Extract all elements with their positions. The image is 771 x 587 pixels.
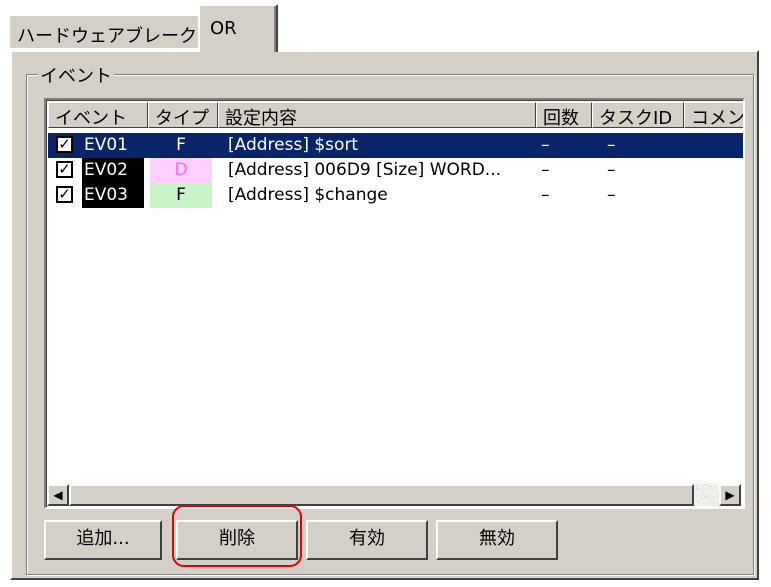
row-checkbox[interactable]: ✓ bbox=[56, 161, 73, 178]
column-header-task-id[interactable]: タスクID bbox=[592, 102, 684, 128]
event-count: – bbox=[541, 160, 550, 180]
delete-button-highlight bbox=[172, 505, 302, 567]
add-button[interactable]: 追加... bbox=[44, 520, 162, 560]
event-task-id: – bbox=[607, 135, 616, 155]
tab-label: ハードウェアブレーク bbox=[17, 26, 197, 47]
event-setting: [Address] $change bbox=[228, 185, 388, 205]
event-task-id: – bbox=[607, 185, 616, 205]
disable-button[interactable]: 無効 bbox=[436, 520, 558, 560]
event-count: – bbox=[541, 185, 550, 205]
table-row[interactable]: ✓ EV02 D [Address] 006D9 [Size] WORD... … bbox=[48, 158, 743, 183]
row-checkbox[interactable]: ✓ bbox=[56, 136, 73, 153]
tab-or[interactable]: OR bbox=[198, 4, 278, 52]
group-label: イベント bbox=[38, 62, 114, 88]
scroll-thumb[interactable] bbox=[69, 484, 694, 506]
scroll-right-icon[interactable]: ▶ bbox=[719, 484, 741, 506]
event-id: EV01 bbox=[82, 133, 144, 158]
table-row[interactable]: ✓ EV01 F [Address] $sort – – bbox=[48, 133, 743, 158]
event-list[interactable]: イベント タイプ 設定内容 回数 タスクID コメント ✓ EV01 F [Ad… bbox=[44, 98, 745, 509]
column-header-count[interactable]: 回数 bbox=[536, 102, 592, 128]
event-id: EV02 bbox=[82, 158, 144, 183]
event-type: F bbox=[150, 183, 212, 208]
scroll-track[interactable] bbox=[694, 484, 719, 506]
event-task-id: – bbox=[607, 160, 616, 180]
column-header-comment[interactable]: コメント bbox=[684, 102, 743, 128]
event-type: D bbox=[150, 158, 212, 183]
column-header-event[interactable]: イベント bbox=[48, 102, 148, 128]
event-type: F bbox=[176, 135, 186, 155]
column-header-setting[interactable]: 設定内容 bbox=[218, 102, 536, 128]
table-row[interactable]: ✓ EV03 F [Address] $change – – bbox=[48, 183, 743, 208]
scroll-left-icon[interactable]: ◀ bbox=[47, 484, 69, 506]
event-setting: [Address] $sort bbox=[228, 135, 359, 155]
enable-button[interactable]: 有効 bbox=[306, 520, 428, 560]
column-header-type[interactable]: タイプ bbox=[148, 102, 218, 128]
horizontal-scrollbar[interactable]: ◀ ▶ bbox=[47, 484, 741, 506]
event-setting: [Address] 006D9 [Size] WORD... bbox=[228, 160, 501, 180]
event-count: – bbox=[541, 135, 550, 155]
event-id: EV03 bbox=[82, 183, 144, 208]
event-dialog: ハードウェアブレーク OR イベント イベント タイプ 設定内容 回数 タスクI… bbox=[0, 0, 771, 587]
tab-label: OR bbox=[210, 18, 237, 39]
row-checkbox[interactable]: ✓ bbox=[56, 186, 73, 203]
tab-hardware-break[interactable]: ハードウェアブレーク bbox=[8, 14, 200, 48]
